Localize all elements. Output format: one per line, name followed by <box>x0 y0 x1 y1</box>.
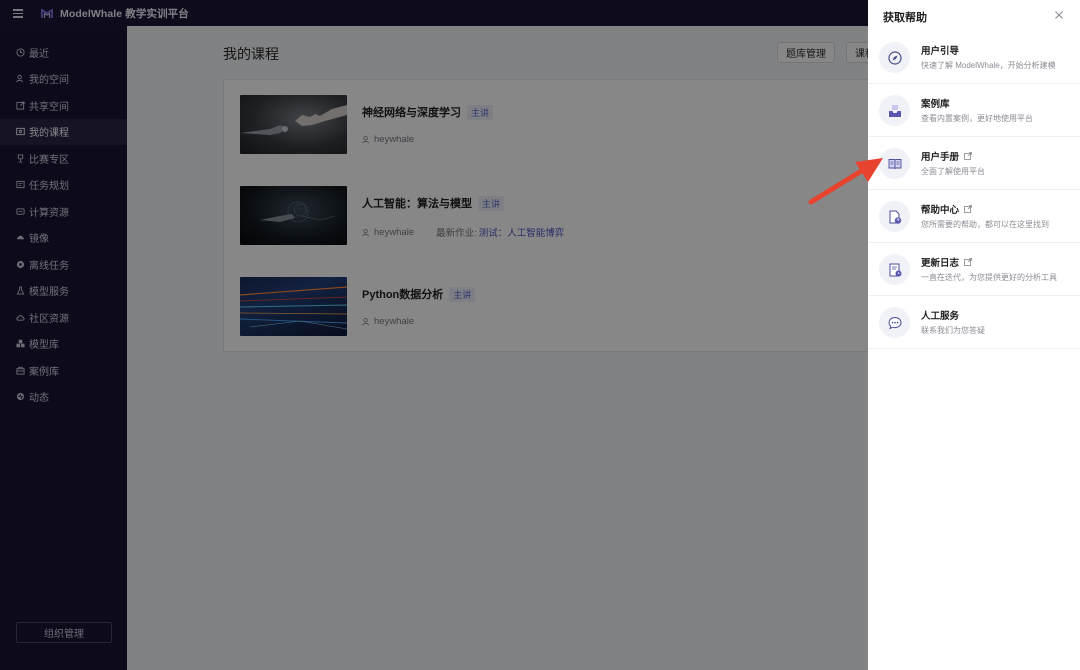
log-icon <box>879 254 910 285</box>
help-item-user-manual[interactable]: 用户手册 全面了解使用平台 <box>868 137 1080 190</box>
modal-overlay[interactable] <box>0 0 868 670</box>
help-item-title-text: 更新日志 <box>921 258 960 269</box>
help-item-desc: 快速了解 ModelWhale，开始分析建模 <box>921 61 1056 70</box>
help-item-desc: 全面了解使用平台 <box>921 167 985 176</box>
help-item-title-text: 人工服务 <box>921 311 960 322</box>
help-item-title: 用户手册 <box>921 149 972 163</box>
chat-icon <box>879 307 910 338</box>
external-link-icon <box>964 258 972 266</box>
compass-icon <box>879 42 910 73</box>
help-item-title-text: 案例库 <box>921 99 950 110</box>
red-arrow-annotation <box>808 158 883 205</box>
help-item-user-guide[interactable]: 用户引导 快速了解 ModelWhale，开始分析建模 <box>868 31 1080 84</box>
help-item-changelog[interactable]: 更新日志 一直在迭代，为您提供更好的分析工具 <box>868 243 1080 296</box>
inbox-icon <box>879 95 910 126</box>
help-item-title: 案例库 <box>921 96 950 110</box>
close-icon[interactable] <box>1054 10 1064 20</box>
help-item-title: 人工服务 <box>921 308 959 322</box>
help-item-title-text: 用户引导 <box>921 46 960 57</box>
help-panel: 获取帮助 用户引导 快速了解 ModelWhale，开始分析建模 案例库 查看内… <box>868 0 1080 670</box>
help-item-desc: 查看内置案例，更好地使用平台 <box>921 114 1033 123</box>
help-item-human-service[interactable]: 人工服务 联系我们为您答疑 <box>868 296 1080 349</box>
external-link-icon <box>964 152 972 160</box>
help-item-title-text: 帮助中心 <box>921 205 960 216</box>
help-item-help-center[interactable]: 帮助中心 您所需要的帮助，都可以在这里找到 <box>868 190 1080 243</box>
help-item-desc: 联系我们为您答疑 <box>921 326 985 335</box>
help-item-desc: 一直在迭代，为您提供更好的分析工具 <box>921 273 1057 282</box>
help-item-title: 帮助中心 <box>921 202 972 216</box>
help-item-title-text: 用户手册 <box>921 152 960 163</box>
help-item-case-library[interactable]: 案例库 查看内置案例，更好地使用平台 <box>868 84 1080 137</box>
external-link-icon <box>964 205 972 213</box>
help-item-title: 用户引导 <box>921 43 959 57</box>
help-item-desc: 您所需要的帮助，都可以在这里找到 <box>921 220 1049 229</box>
help-item-title: 更新日志 <box>921 255 972 269</box>
help-panel-title: 获取帮助 <box>883 12 927 24</box>
